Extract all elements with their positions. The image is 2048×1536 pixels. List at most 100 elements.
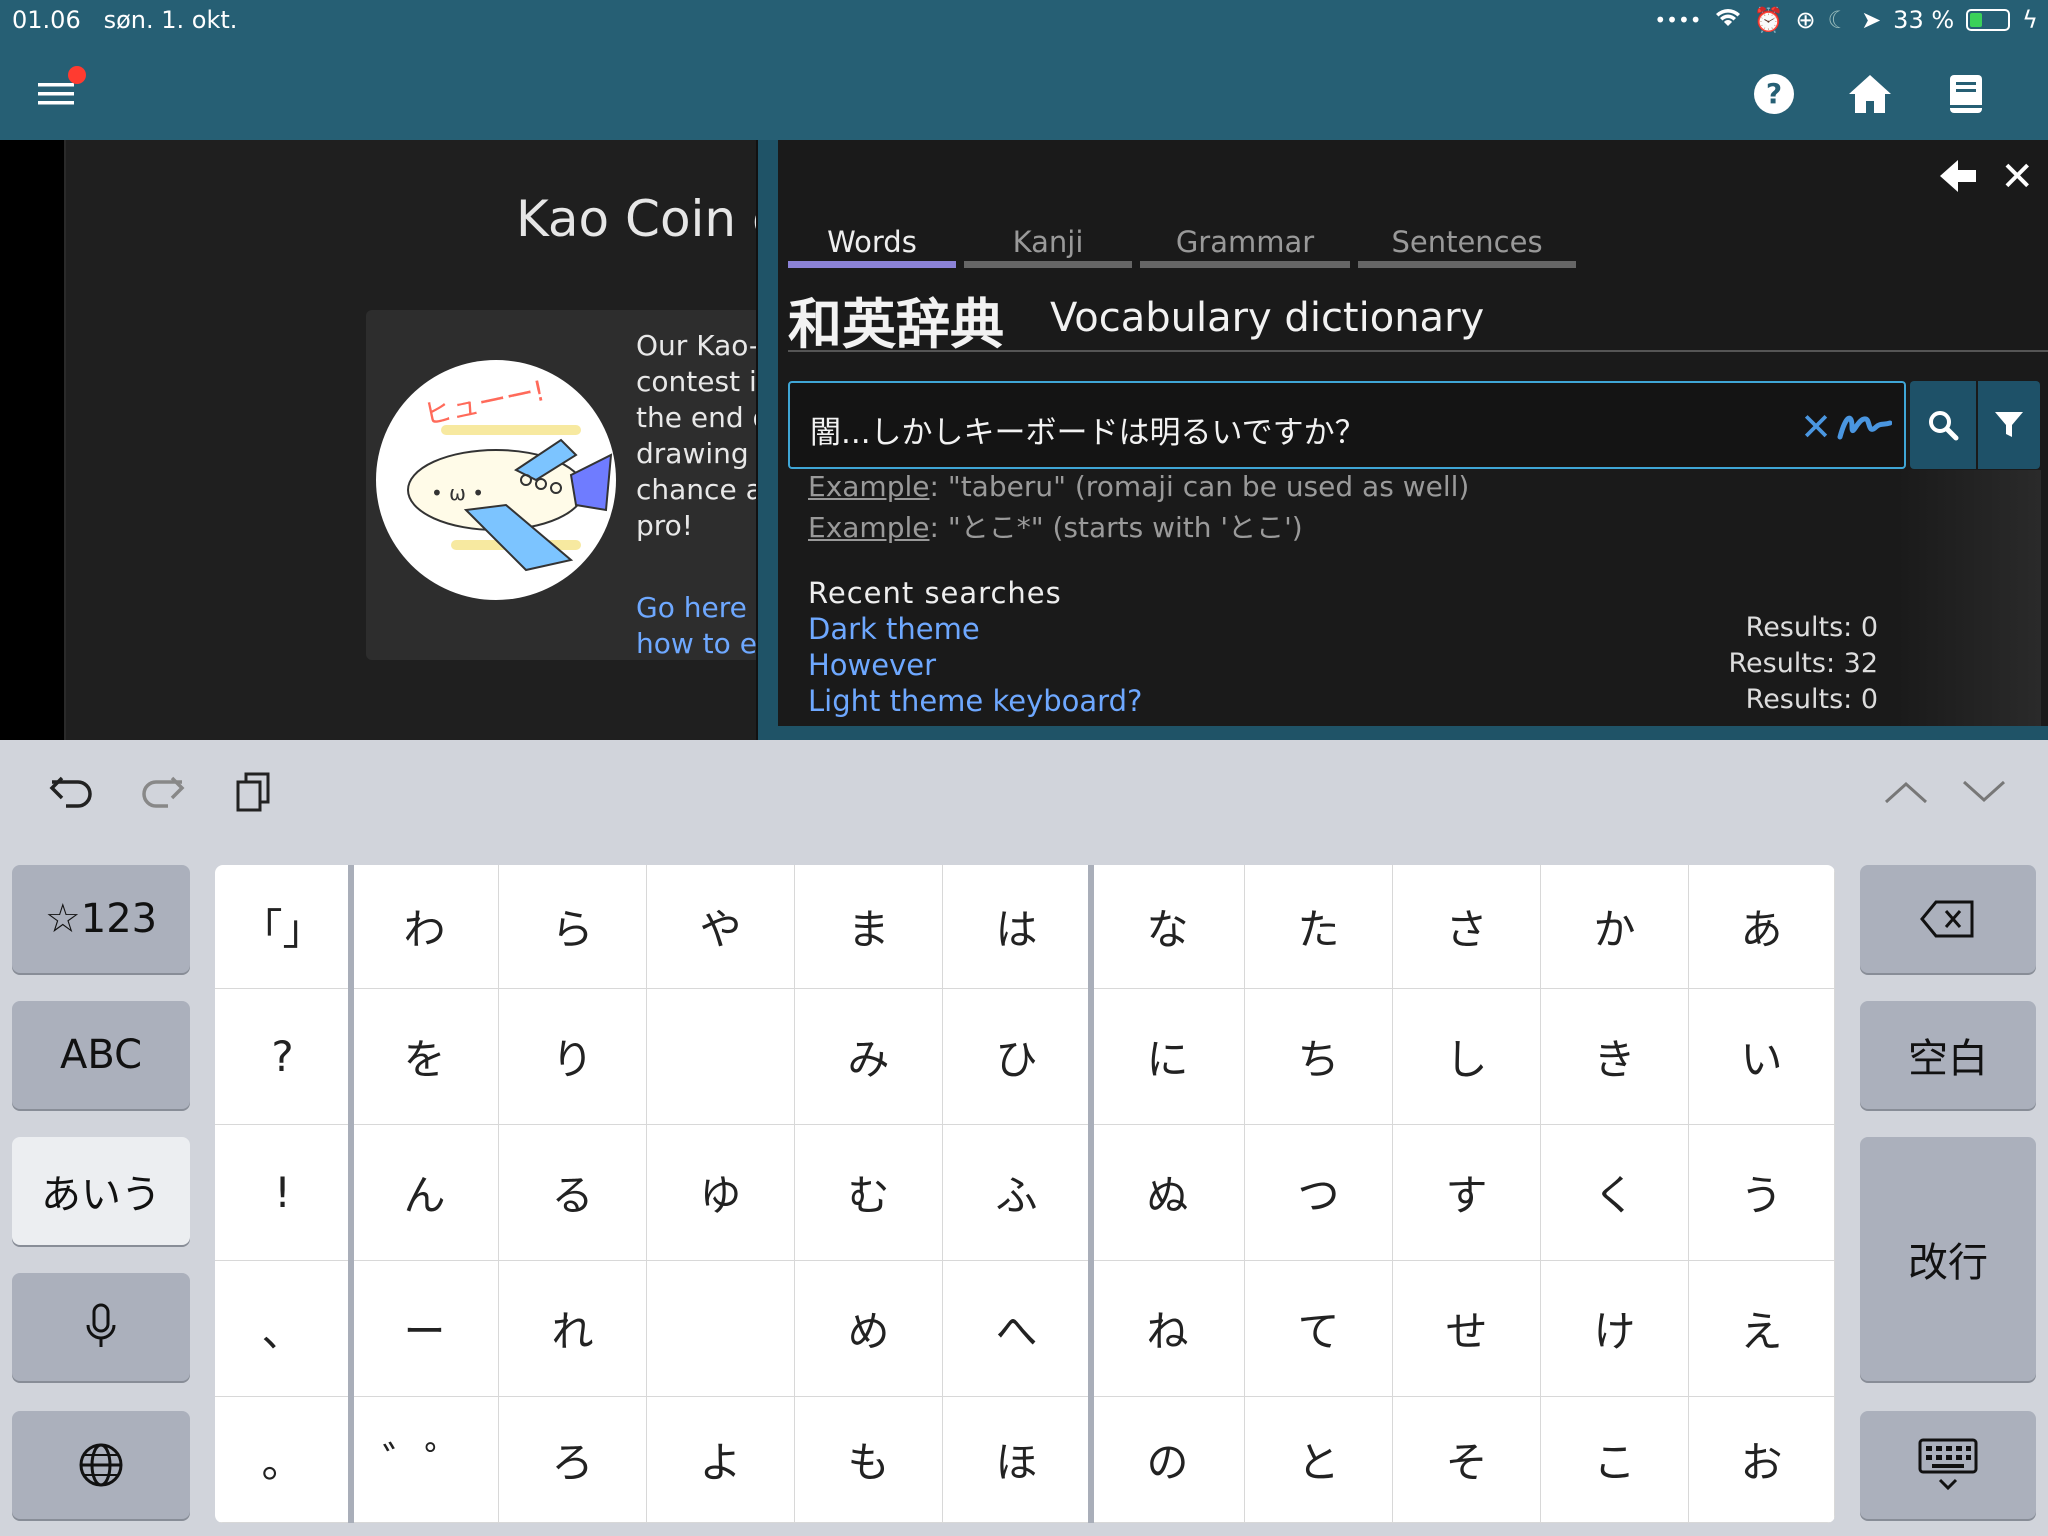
kana-key[interactable]: ゆ <box>647 1125 795 1261</box>
home-icon[interactable] <box>1844 68 1896 120</box>
chevron-down-icon[interactable] <box>1962 780 2006 808</box>
recent-search-item[interactable]: Dark theme <box>808 612 980 646</box>
filter-button[interactable] <box>1978 381 2040 469</box>
kana-key[interactable]: ほ <box>943 1397 1091 1523</box>
kana-key[interactable]: い <box>1689 989 1835 1125</box>
kana-key[interactable]: ー <box>351 1261 499 1397</box>
kana-key[interactable]: ? <box>215 989 351 1125</box>
kana-key[interactable]: 。 <box>215 1397 351 1523</box>
symbols-key[interactable]: ☆123 <box>12 865 190 973</box>
status-time: 01.06 <box>12 6 81 34</box>
kana-key[interactable]: の <box>1091 1397 1245 1523</box>
empty-key <box>647 989 795 1125</box>
kana-key[interactable]: せ <box>1393 1261 1541 1397</box>
card-link[interactable]: Go here f how to er <box>636 590 756 662</box>
undo-icon[interactable] <box>48 770 96 814</box>
chevron-up-icon[interactable] <box>1884 780 1928 808</box>
kana-key[interactable]: り <box>499 989 647 1125</box>
tab-words-label: Words <box>827 225 917 259</box>
hide-keyboard-key[interactable] <box>1860 1411 2036 1519</box>
space-key[interactable]: 空白 <box>1860 1001 2036 1109</box>
back-arrow-icon[interactable] <box>1938 158 1978 198</box>
recent-search-item[interactable]: Light theme keyboard? <box>808 684 1142 718</box>
kana-key[interactable]: か <box>1541 865 1689 989</box>
kana-key[interactable]: ね <box>1091 1261 1245 1397</box>
kana-key[interactable]: ま <box>795 865 943 989</box>
charging-icon: ϟ <box>2022 6 2038 34</box>
keypad-divider <box>348 865 354 1523</box>
kana-key[interactable]: ん <box>351 1125 499 1261</box>
abc-key[interactable]: ABC <box>12 1001 190 1109</box>
delete-key[interactable] <box>1860 865 2036 973</box>
kana-key[interactable]: も <box>795 1397 943 1523</box>
airplane-illustration: • ω • ヒューー! <box>376 360 616 600</box>
kana-key[interactable]: よ <box>647 1397 795 1523</box>
search-button[interactable] <box>1910 381 1976 469</box>
panel-scroll-shadow <box>1896 470 2041 730</box>
kana-key[interactable]: ! <box>215 1125 351 1261</box>
hamburger-menu-icon[interactable] <box>30 66 86 120</box>
return-key[interactable]: 改行 <box>1860 1137 2036 1381</box>
kana-key[interactable]: ち <box>1245 989 1393 1125</box>
clipboard-icon[interactable] <box>234 770 274 818</box>
kana-key[interactable]: さ <box>1393 865 1541 989</box>
book-icon[interactable] <box>1940 68 1992 120</box>
kana-key[interactable]: し <box>1393 989 1541 1125</box>
kana-key[interactable]: 「」 <box>215 865 351 989</box>
kana-key[interactable]: す <box>1393 1125 1541 1261</box>
kana-key[interactable]: あいう <box>12 1137 190 1245</box>
kana-key[interactable]: ゛゜ <box>351 1397 499 1523</box>
kana-key[interactable]: ら <box>499 865 647 989</box>
kana-key[interactable]: や <box>647 865 795 989</box>
kana-key[interactable]: と <box>1245 1397 1393 1523</box>
kana-key[interactable]: ふ <box>943 1125 1091 1261</box>
kana-key[interactable]: へ <box>943 1261 1091 1397</box>
recent-search-item[interactable]: However <box>808 648 936 682</box>
example-1-link[interactable]: Example <box>808 470 929 503</box>
kana-key[interactable]: う <box>1689 1125 1835 1261</box>
background-page: Kao Coin c • ω • ヒューー! Our Kao-c contest… <box>66 140 756 740</box>
kana-key[interactable]: ひ <box>943 989 1091 1125</box>
handwriting-icon[interactable] <box>1836 405 1893 445</box>
kana-key[interactable]: け <box>1541 1261 1689 1397</box>
kana-key[interactable]: わ <box>351 865 499 989</box>
tab-kanji[interactable]: Kanji <box>964 215 1132 268</box>
kana-key[interactable]: そ <box>1393 1397 1541 1523</box>
kana-key[interactable]: れ <box>499 1261 647 1397</box>
kana-key[interactable]: ぬ <box>1091 1125 1245 1261</box>
tab-grammar[interactable]: Grammar <box>1140 215 1350 268</box>
page-title: Kao Coin c <box>516 190 756 248</box>
kana-key[interactable]: ろ <box>499 1397 647 1523</box>
tab-words[interactable]: Words <box>788 215 956 268</box>
kana-key[interactable]: な <box>1091 865 1245 989</box>
kana-key[interactable]: き <box>1541 989 1689 1125</box>
kana-key[interactable]: 、 <box>215 1261 351 1397</box>
kana-key[interactable]: に <box>1091 989 1245 1125</box>
kana-key[interactable]: つ <box>1245 1125 1393 1261</box>
kana-key[interactable]: こ <box>1541 1397 1689 1523</box>
help-icon[interactable]: ? <box>1748 68 1800 120</box>
search-input[interactable]: 闇...しかしキーボードは明るいですか？ ✕ <box>788 381 1906 469</box>
example-2-link[interactable]: Example <box>808 511 929 544</box>
onscreen-keyboard: ☆123 ABC あいう 空白 改行 「」わらやまはなたさかあ? をり みひにちしき… <box>0 740 2048 1536</box>
close-icon[interactable]: ✕ <box>2000 154 2034 200</box>
kana-key[interactable]: め <box>795 1261 943 1397</box>
kana-key[interactable]: て <box>1245 1261 1393 1397</box>
kana-key[interactable]: た <box>1245 865 1393 989</box>
kana-key[interactable]: を <box>351 989 499 1125</box>
kana-key[interactable]: む <box>795 1125 943 1261</box>
redo-icon[interactable] <box>138 770 186 814</box>
globe-key[interactable] <box>12 1411 190 1519</box>
tab-sentences[interactable]: Sentences <box>1358 215 1576 268</box>
kana-key[interactable]: は <box>943 865 1091 989</box>
kana-key[interactable]: く <box>1541 1125 1689 1261</box>
microphone-key[interactable] <box>12 1273 190 1381</box>
filter-icon <box>1995 412 2023 437</box>
clear-search-icon[interactable]: ✕ <box>1800 405 1832 449</box>
kana-key[interactable]: え <box>1689 1261 1835 1397</box>
kana-key[interactable]: み <box>795 989 943 1125</box>
kana-key[interactable]: お <box>1689 1397 1835 1523</box>
kana-key[interactable]: あ <box>1689 865 1835 989</box>
kana-key[interactable]: る <box>499 1125 647 1261</box>
status-date: søn. 1. okt. <box>103 6 238 34</box>
